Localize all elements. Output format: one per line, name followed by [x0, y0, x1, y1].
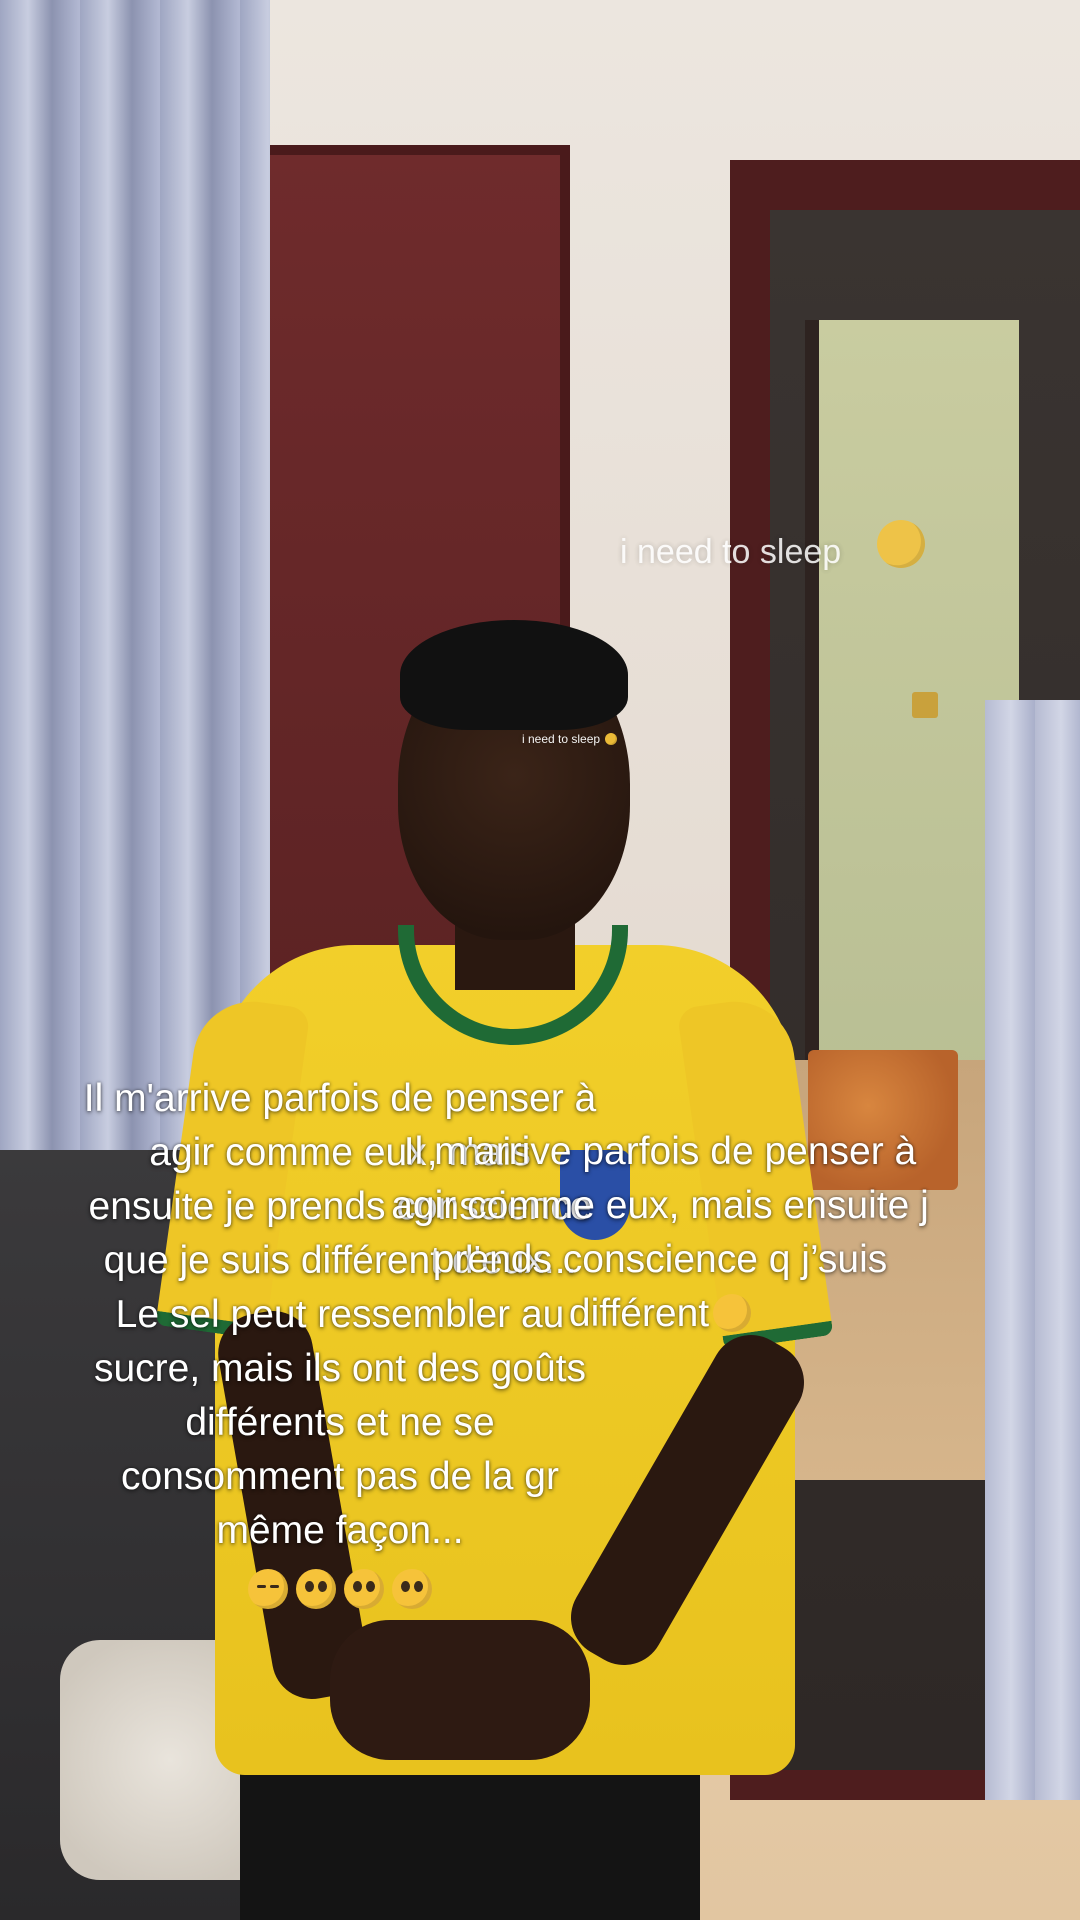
pleading-face-icon — [392, 1568, 432, 1609]
caption-right-line: prends conscience q j’suis — [432, 1238, 888, 1281]
pleading-face-icon — [344, 1568, 384, 1609]
caption-right: Il m'arrive parfois de penser à agir com… — [330, 1125, 990, 1341]
caption-right-line: agir comme eux, mais ensuite j — [391, 1184, 929, 1227]
pensive-face-icon — [248, 1568, 288, 1609]
video-frame: i need to sleep i need to sleep Il m'arr… — [0, 0, 1080, 1920]
person-hands — [330, 1620, 590, 1760]
left-curtain — [0, 0, 270, 1180]
sleep-sticker-small-text: i need to sleep — [522, 732, 601, 746]
caption-right-last-text: différent — [568, 1292, 710, 1335]
light-switch — [912, 692, 938, 718]
caption-left-line: sucre, mais ils ont des goûts — [93, 1347, 587, 1390]
caption-right-line-last: différent — [330, 1287, 990, 1341]
caption-left-line: même façon... — [216, 1509, 464, 1552]
tongue-face-icon — [604, 732, 617, 745]
sleep-sticker-large-text: i need to sleep — [620, 532, 842, 571]
caption-right-line: Il m'arrive parfois de penser à — [403, 1130, 917, 1173]
pleading-face-icon — [296, 1568, 336, 1609]
tongue-face-icon — [877, 520, 926, 568]
pleading-face-icon — [713, 1294, 752, 1332]
right-curtain — [985, 700, 1080, 1800]
sleep-sticker-large: i need to sleep — [620, 520, 926, 572]
caption-left-line: Il m'arrive parfois de penser à — [83, 1077, 597, 1120]
person-hair — [400, 620, 628, 730]
sleep-sticker-small: i need to sleep — [522, 732, 617, 746]
caption-left-line: différents et ne se — [185, 1401, 495, 1444]
caption-left-emoji-row — [244, 1560, 436, 1614]
caption-left-line: consomment pas de la gr — [121, 1455, 559, 1498]
